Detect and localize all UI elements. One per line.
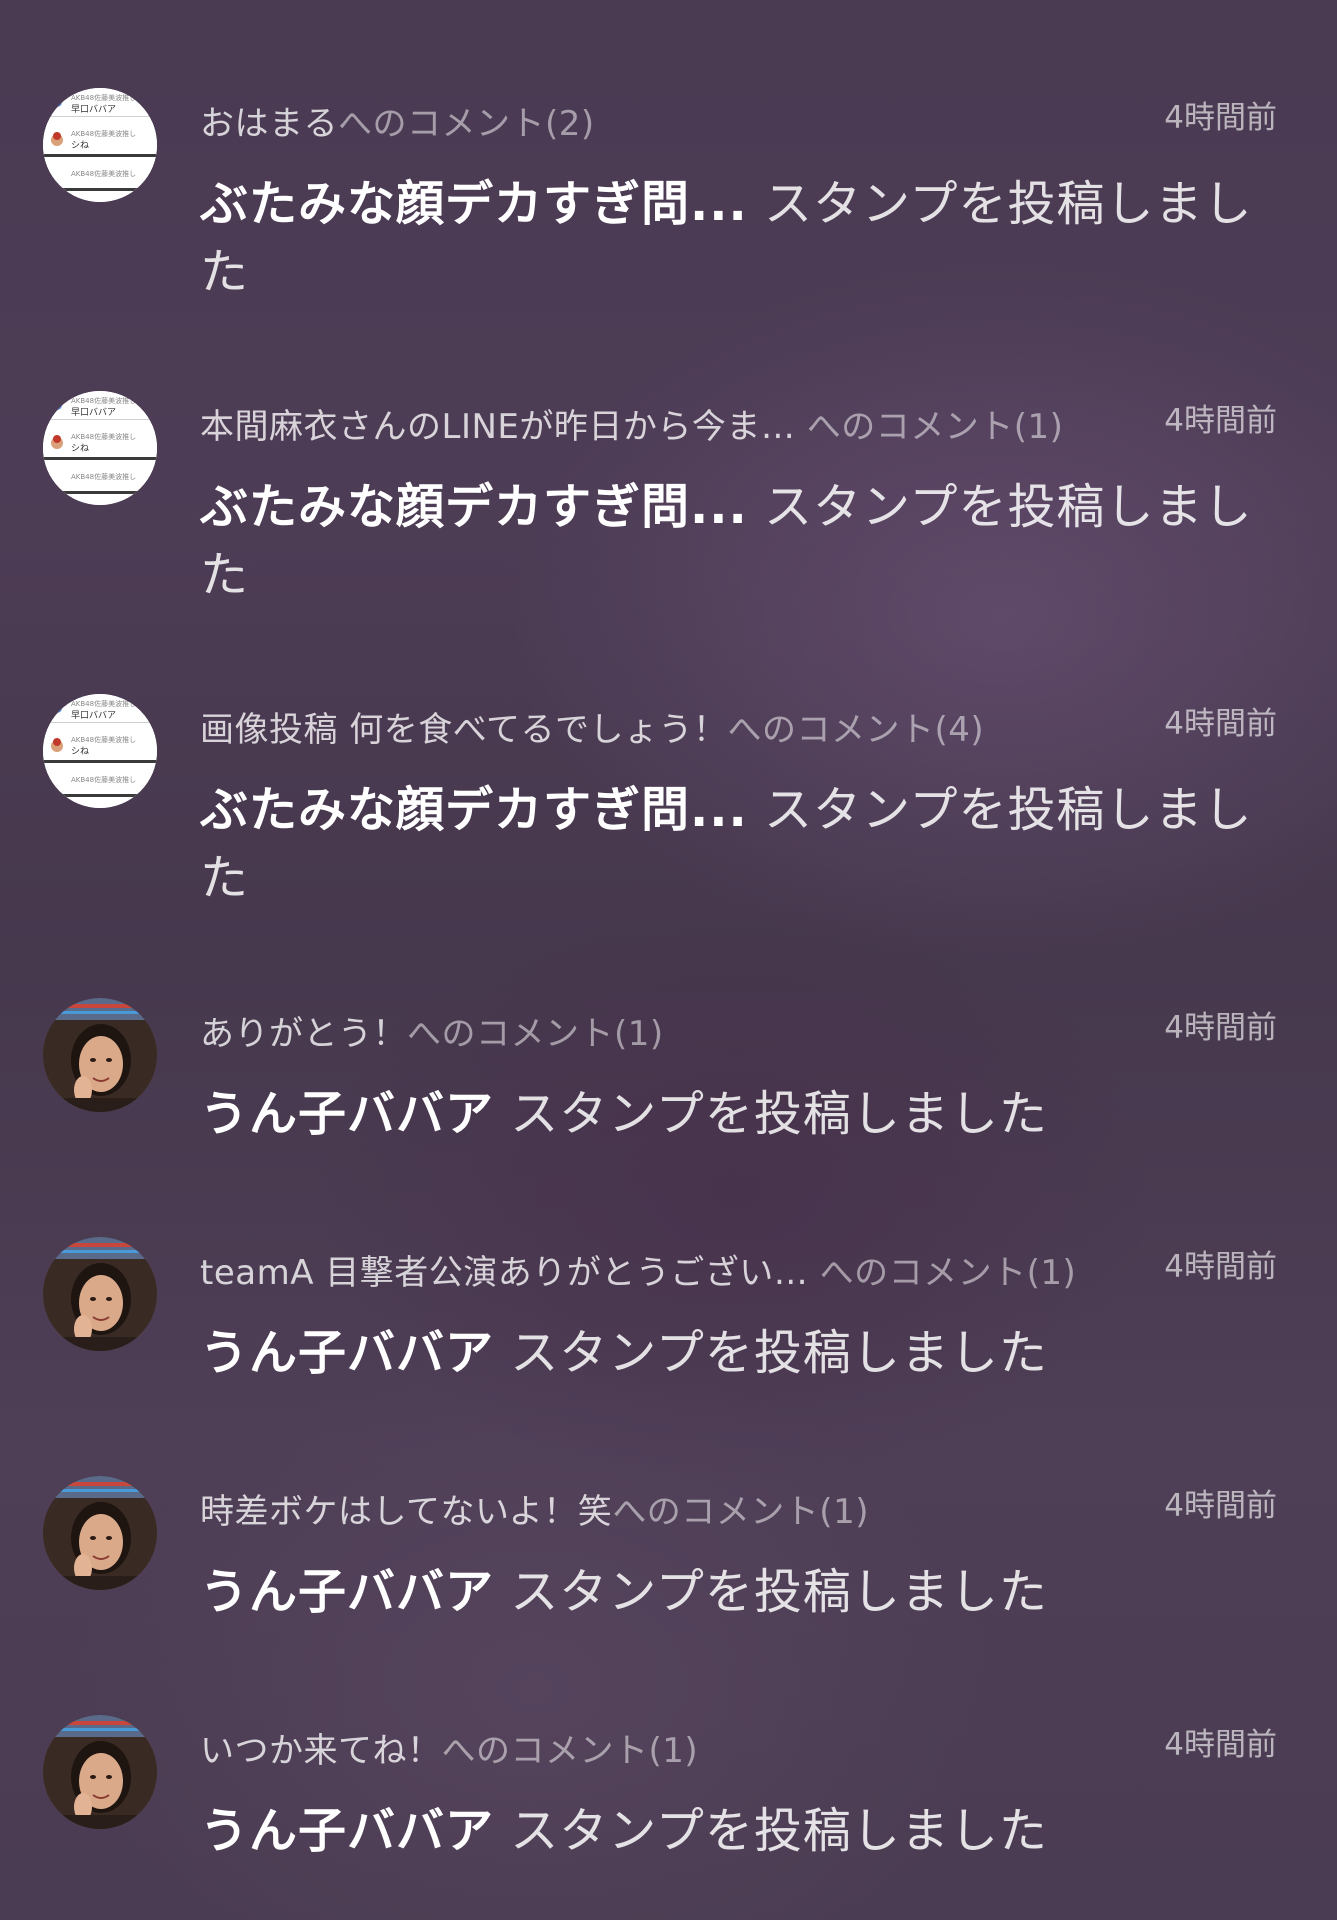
post-title[interactable]: teamA 目撃者公演ありがとうござい… <box>200 1253 820 1293</box>
avatar-list-image: AKB48佐藤美波推し 早口ババア AKB48佐藤美波推し シね AKB48佐藤… <box>43 88 157 202</box>
notification-message: うん子ババア スタンプを投稿しました <box>200 1319 1280 1387</box>
timestamp: 4時間前 <box>1164 1727 1277 1763</box>
photo-avatar[interactable] <box>43 998 157 1112</box>
user-name[interactable]: うん子ババア <box>200 1564 494 1620</box>
notification-subtitle: いつか来てね！へのコメント(1) <box>200 1723 698 1772</box>
sticker-list-avatar[interactable]: AKB48佐藤美波推し 早口ババア AKB48佐藤美波推し シね AKB48佐藤… <box>43 391 157 505</box>
avatar-list-image: AKB48佐藤美波推し 早口ババア AKB48佐藤美波推し シね AKB48佐藤… <box>43 391 157 505</box>
list-row-name: 早口ババア <box>71 407 116 418</box>
photo-avatar[interactable] <box>43 1237 157 1351</box>
sticker-list-avatar[interactable]: AKB48佐藤美波推し 早口ババア AKB48佐藤美波推し シね AKB48佐藤… <box>43 88 157 202</box>
timestamp: 4時間前 <box>1164 403 1277 439</box>
notification-subtitle: teamA 目撃者公演ありがとうござい… へのコメント(1) <box>200 1245 1076 1294</box>
action-text: スタンプを投稿しました <box>494 1325 1048 1381</box>
action-text: スタンプを投稿しました <box>494 1564 1048 1620</box>
photo-avatar[interactable] <box>43 1715 157 1829</box>
user-name[interactable]: ぶたみな顔デカすぎ問... <box>200 479 748 535</box>
list-row-caption: AKB48佐藤美波推し <box>71 129 136 138</box>
list-row-caption: AKB48佐藤美波推し <box>71 735 136 744</box>
post-title[interactable]: ありがとう！ <box>200 1014 407 1054</box>
list-row-name: シね <box>71 140 89 151</box>
photo-avatar[interactable] <box>43 1476 157 1590</box>
notification-subtitle: 本間麻衣さんのLINEが昨日から今ま… へのコメント(1) <box>200 399 1063 448</box>
person-photo-image <box>43 1715 157 1829</box>
list-row-name: 早口ババア <box>71 710 116 721</box>
user-name[interactable]: うん子ババア <box>200 1803 494 1859</box>
comment-count-label: へのコメント(4) <box>727 710 985 750</box>
action-text: スタンプを投稿しました <box>494 1803 1048 1859</box>
comment-count-label: へのコメント(1) <box>407 1014 664 1054</box>
post-title[interactable]: 画像投稿 何を食べてるでしょう！ <box>200 710 727 750</box>
user-name[interactable]: ぶたみな顔デカすぎ問... <box>200 176 748 232</box>
notification-subtitle: 時差ボケはしてないよ！笑へのコメント(1) <box>200 1484 869 1533</box>
notification-subtitle: ありがとう！へのコメント(1) <box>200 1006 664 1055</box>
comment-count-label: へのコメント(1) <box>819 1253 1077 1293</box>
notification-message: ぶたみな顔デカすぎ問... スタンプを投稿しました <box>200 473 1280 609</box>
notification-message: うん子ババア スタンプを投稿しました <box>200 1797 1280 1865</box>
list-row-name: 早口ババア <box>71 104 116 115</box>
person-photo-image <box>43 1237 157 1351</box>
timestamp: 4時間前 <box>1164 1010 1277 1046</box>
list-row-caption: AKB48佐藤美波推し <box>71 472 136 481</box>
timestamp: 4時間前 <box>1164 706 1277 742</box>
notification-message: うん子ババア スタンプを投稿しました <box>200 1558 1280 1626</box>
user-name[interactable]: ぶたみな顔デカすぎ問... <box>200 782 748 838</box>
list-row-caption: AKB48佐藤美波推し <box>71 169 136 178</box>
action-text: スタンプを投稿しました <box>494 1086 1048 1142</box>
sticker-list-avatar[interactable]: AKB48佐藤美波推し 早口ババア AKB48佐藤美波推し シね AKB48佐藤… <box>43 694 157 808</box>
list-row-caption: AKB48佐藤美波推し <box>71 699 136 708</box>
notification-message: ぶたみな顔デカすぎ問... スタンプを投稿しました <box>200 776 1280 912</box>
list-row-name: シね <box>71 746 89 757</box>
list-row-name: シね <box>71 443 89 454</box>
post-title[interactable]: 時差ボケはしてないよ！笑 <box>200 1492 612 1532</box>
notification-subtitle: 画像投稿 何を食べてるでしょう！へのコメント(4) <box>200 702 984 751</box>
notification-list: AKB48佐藤美波推し 早口ババア AKB48佐藤美波推し シね AKB48佐藤… <box>0 0 1337 1920</box>
timestamp: 4時間前 <box>1164 1249 1277 1285</box>
list-row-caption: AKB48佐藤美波推し <box>71 432 136 441</box>
notification-message: うん子ババア スタンプを投稿しました <box>200 1080 1280 1148</box>
comment-count-label: へのコメント(2) <box>338 104 595 144</box>
comment-count-label: へのコメント(1) <box>612 1492 869 1532</box>
post-title[interactable]: いつか来てね！ <box>200 1731 442 1771</box>
user-name[interactable]: うん子ババア <box>200 1086 494 1142</box>
person-photo-image <box>43 1476 157 1590</box>
notification-subtitle: おはまるへのコメント(2) <box>200 96 595 145</box>
post-title[interactable]: 本間麻衣さんのLINEが昨日から今ま… <box>200 407 807 447</box>
comment-count-label: へのコメント(1) <box>441 1731 699 1771</box>
notification-message: ぶたみな顔デカすぎ問... スタンプを投稿しました <box>200 170 1280 306</box>
list-row-caption: AKB48佐藤美波推し <box>71 396 136 405</box>
list-row-caption: AKB48佐藤美波推し <box>71 93 136 102</box>
avatar-list-image: AKB48佐藤美波推し 早口ババア AKB48佐藤美波推し シね AKB48佐藤… <box>43 694 157 808</box>
timestamp: 4時間前 <box>1164 100 1277 136</box>
comment-count-label: へのコメント(1) <box>806 407 1064 447</box>
list-row-caption: AKB48佐藤美波推し <box>71 775 136 784</box>
timestamp: 4時間前 <box>1164 1488 1277 1524</box>
post-title[interactable]: おはまる <box>200 104 338 144</box>
user-name[interactable]: うん子ババア <box>200 1325 494 1381</box>
person-photo-image <box>43 998 157 1112</box>
